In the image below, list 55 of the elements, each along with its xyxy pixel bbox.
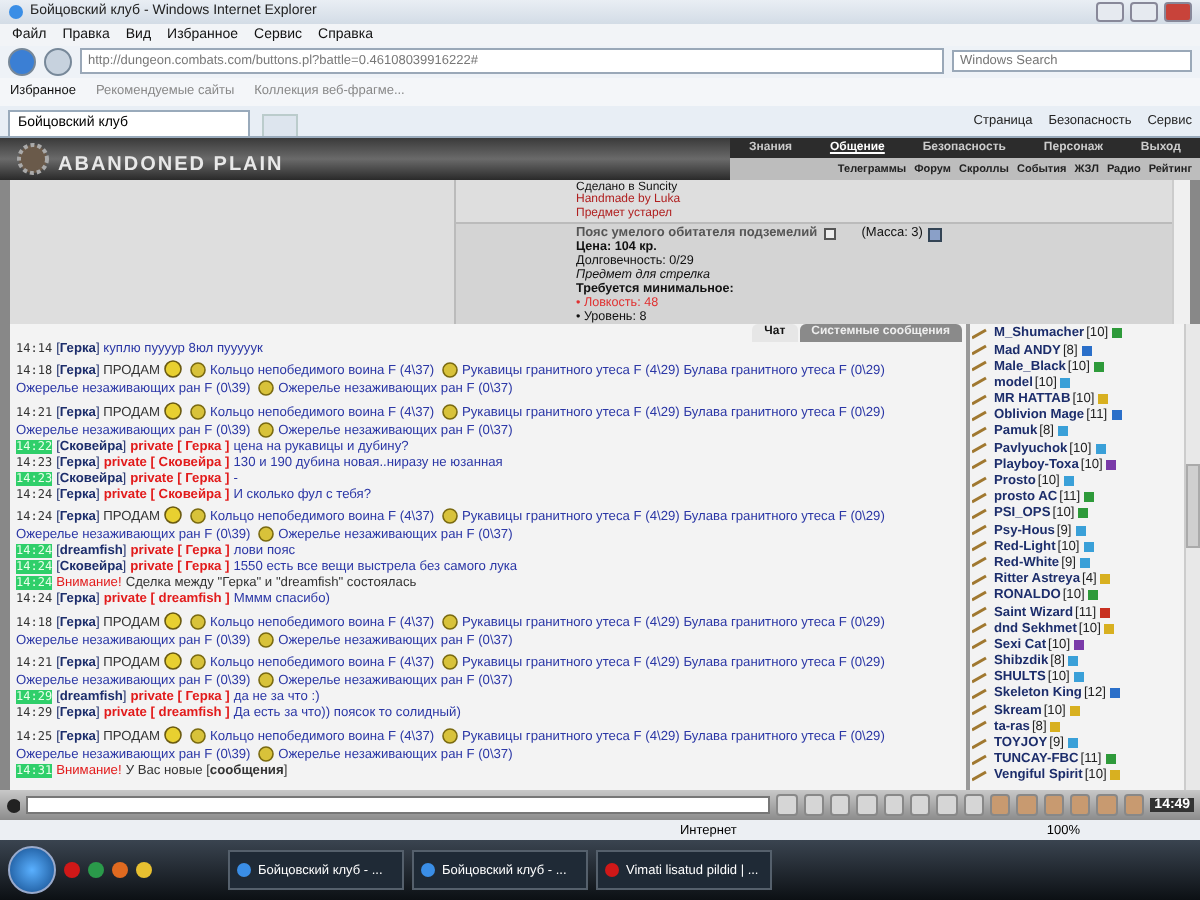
forward-button[interactable] (44, 47, 72, 76)
toolbar-icon[interactable] (829, 794, 851, 817)
start-button[interactable] (8, 846, 56, 894)
scroll-thumb[interactable] (1186, 463, 1200, 548)
globe-icon (236, 862, 252, 878)
toolbar-icon[interactable] (1016, 794, 1038, 817)
back-button[interactable] (8, 47, 36, 76)
info-badge[interactable] (1057, 426, 1068, 437)
toolbar-icon[interactable] (776, 794, 797, 817)
toolbar-icon[interactable] (963, 794, 985, 817)
minimize-button[interactable] (1096, 1, 1124, 22)
toolbar-icon[interactable] (803, 794, 824, 817)
toolbar-icon[interactable] (990, 794, 1011, 817)
info-badge[interactable] (1063, 476, 1074, 487)
maximize-button[interactable] (1130, 1, 1158, 22)
info-icon (823, 228, 836, 241)
info-badge[interactable] (1079, 557, 1090, 568)
info-badge[interactable] (1100, 607, 1111, 618)
info-badge[interactable] (1068, 656, 1079, 667)
toolbar-icon[interactable] (883, 794, 904, 817)
toolbar-icon[interactable] (909, 794, 931, 817)
cube-icon (928, 227, 943, 242)
info-badge[interactable] (1073, 672, 1084, 683)
info-badge[interactable] (1112, 328, 1123, 339)
close-button[interactable] (1164, 1, 1192, 22)
toolbar-icon[interactable] (1123, 794, 1145, 817)
info-badge[interactable] (1105, 754, 1116, 765)
info-badge[interactable] (1084, 492, 1095, 503)
info-badge[interactable] (1078, 508, 1089, 519)
info-badge[interactable] (1088, 590, 1099, 601)
new-tab-button[interactable] (262, 113, 299, 136)
info-badge[interactable] (1083, 541, 1094, 552)
info-badge[interactable] (1081, 345, 1092, 356)
toolbar-icon[interactable] (856, 794, 878, 817)
game-logo: ABANDONED PLAIN (58, 153, 284, 176)
toolbar-icon[interactable] (1096, 794, 1118, 817)
gear-icon (16, 141, 50, 176)
info-badge[interactable] (1075, 525, 1086, 536)
scrollbar[interactable] (1184, 323, 1200, 791)
toolbar-icon[interactable] (1043, 794, 1065, 817)
info-badge[interactable] (1093, 361, 1104, 372)
globe-icon (420, 862, 436, 878)
circle-icon (604, 862, 620, 878)
toolbar-icon[interactable] (1070, 794, 1091, 817)
toolbar-icon[interactable] (936, 794, 958, 817)
info-badge[interactable] (1111, 410, 1122, 421)
scrollbar[interactable] (1172, 179, 1190, 324)
browser-icon (8, 3, 24, 20)
chat-input[interactable] (26, 796, 771, 815)
info-badge[interactable] (1106, 459, 1117, 470)
info-badge[interactable] (1074, 639, 1085, 650)
info-badge[interactable] (1060, 377, 1071, 388)
info-badge[interactable] (1067, 738, 1078, 749)
info-badge[interactable] (1109, 688, 1120, 699)
info-badge[interactable] (1095, 443, 1106, 454)
